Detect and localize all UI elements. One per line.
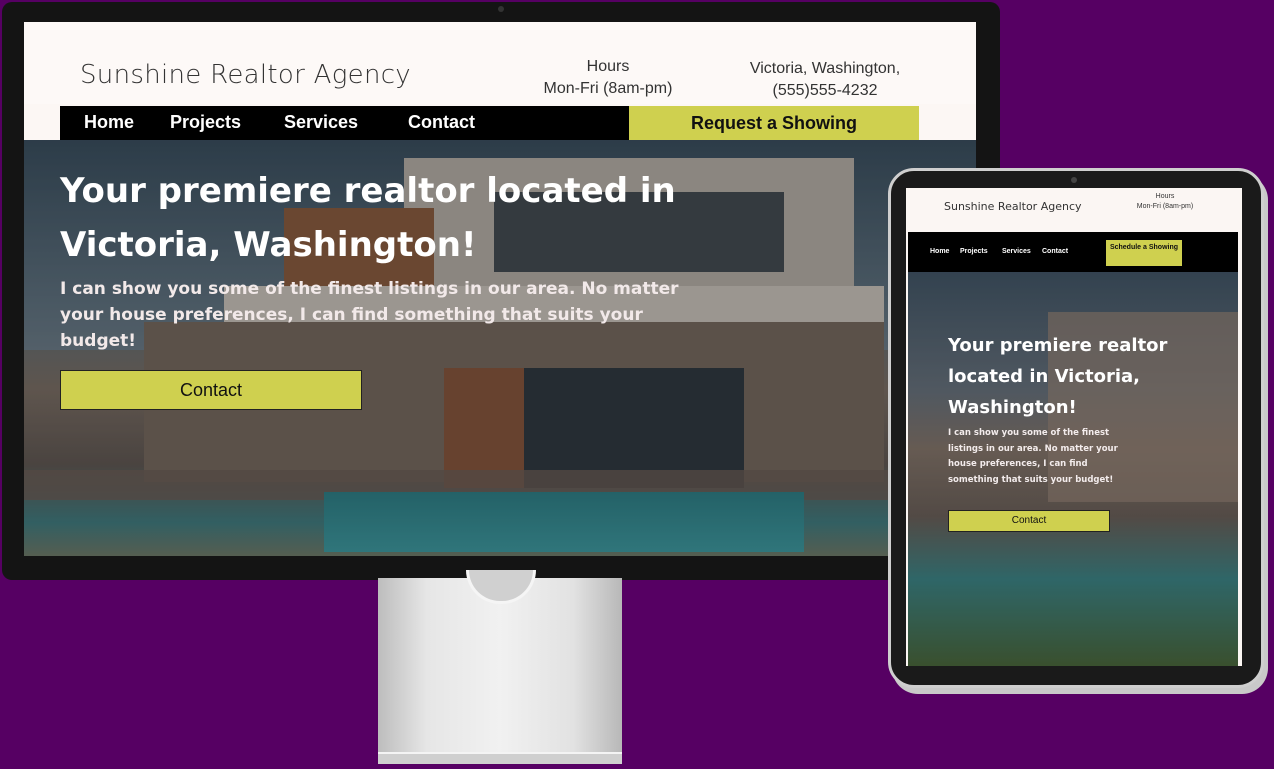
- tablet-main-nav: Home Projects Services Contact: [908, 232, 1238, 272]
- nav-home[interactable]: Home: [84, 112, 134, 133]
- hours-label: Hours: [586, 58, 630, 75]
- nav-contact[interactable]: Contact: [408, 112, 475, 133]
- tablet-schedule-showing-button[interactable]: Schedule a Showing: [1106, 240, 1182, 266]
- tablet-nav-contact[interactable]: Contact: [1042, 248, 1068, 255]
- tablet-hero-subtitle: I can show you some of the finest listin…: [948, 428, 1118, 485]
- location-block: Victoria, Washington, (555)555-4232: [740, 58, 910, 102]
- site-header: Sunshine Realtor Agency Hours Mon-Fri (8…: [24, 22, 976, 104]
- camera-icon: [498, 6, 504, 12]
- site-logo[interactable]: Sunshine Realtor Agency: [80, 60, 411, 90]
- hours-value: Mon-Fri (8am-pm): [543, 80, 673, 97]
- tablet-nav-services[interactable]: Services: [1002, 248, 1031, 255]
- tablet-hours-value: Mon-Fri (8am-pm): [1136, 203, 1194, 210]
- tablet-site-logo[interactable]: Sunshine Realtor Agency: [944, 200, 1082, 213]
- tablet-hero-contact-button[interactable]: Contact: [948, 510, 1110, 532]
- tablet-screen: Sunshine Realtor Agency Hours Mon-Fri (8…: [906, 188, 1242, 666]
- location-text: Victoria, Washington,: [749, 60, 901, 77]
- tablet-hours-label: Hours: [1155, 193, 1175, 200]
- monitor-stand-base: [378, 752, 622, 764]
- monitor-stand: [378, 578, 622, 754]
- nav-services[interactable]: Services: [284, 112, 358, 133]
- tablet-hero-section: Your premiere realtor located in Victori…: [908, 272, 1238, 666]
- tablet-nav-projects[interactable]: Projects: [960, 248, 988, 255]
- hero-section: Your premiere realtor located in Victori…: [24, 140, 976, 556]
- phone-number[interactable]: (555)555-4232: [740, 80, 910, 102]
- hours-block: Hours Mon-Fri (8am-pm): [524, 56, 692, 100]
- tablet-hours-block: Hours Mon-Fri (8am-pm): [1126, 192, 1204, 212]
- nav-projects[interactable]: Projects: [170, 112, 241, 133]
- tablet-nav-home[interactable]: Home: [930, 248, 949, 255]
- hero-title: Your premiere realtor located in Victori…: [60, 171, 676, 265]
- desktop-screen: Sunshine Realtor Agency Hours Mon-Fri (8…: [24, 22, 976, 556]
- hero-contact-button[interactable]: Contact: [60, 370, 362, 410]
- hero-subtitle: I can show you some of the finest listin…: [60, 279, 679, 351]
- request-showing-button[interactable]: Request a Showing: [629, 106, 919, 140]
- tablet-camera-icon: [1071, 177, 1077, 183]
- tablet-hero-title: Your premiere realtor located in Victori…: [948, 335, 1168, 418]
